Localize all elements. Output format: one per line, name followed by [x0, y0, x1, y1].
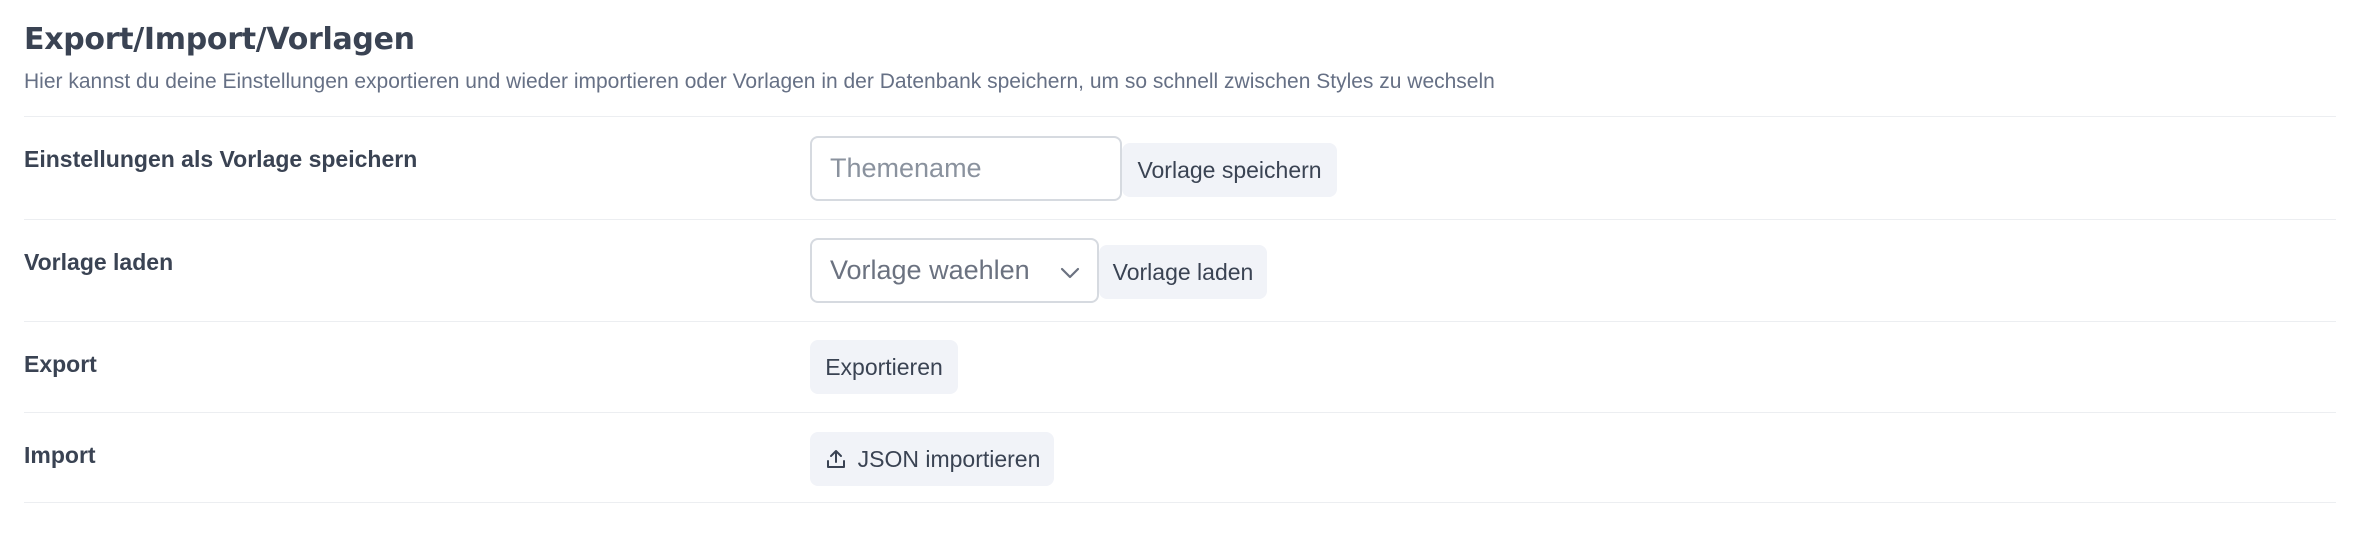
- load-template-label: Vorlage laden: [24, 249, 174, 275]
- save-template-label: Einstellungen als Vorlage speichern: [24, 146, 418, 172]
- divider: [24, 116, 2336, 117]
- save-template-button-label: Vorlage speichern: [1137, 156, 1322, 183]
- section-title: Export/Import/Vorlagen: [24, 22, 415, 57]
- import-label: Import: [24, 442, 96, 468]
- chevron-down-icon: [1059, 260, 1081, 291]
- export-button-label: Exportieren: [825, 353, 943, 380]
- load-template-button[interactable]: Vorlage laden: [1099, 245, 1267, 299]
- divider: [24, 502, 2336, 503]
- import-json-button[interactable]: JSON importieren: [810, 432, 1054, 486]
- upload-icon: [824, 447, 848, 471]
- export-button[interactable]: Exportieren: [810, 340, 958, 394]
- template-select-value: Vorlage waehlen: [830, 255, 1030, 285]
- section-description: Hier kannst du deine Einstellungen expor…: [24, 70, 1495, 93]
- divider: [24, 321, 2336, 322]
- export-label: Export: [24, 351, 97, 377]
- import-json-button-label: JSON importieren: [857, 445, 1041, 472]
- divider: [24, 412, 2336, 413]
- theme-name-input[interactable]: [810, 136, 1122, 201]
- export-import-settings-panel: Export/Import/Vorlagen Hier kannst du de…: [0, 0, 2360, 544]
- load-template-button-label: Vorlage laden: [1112, 258, 1254, 285]
- divider: [24, 219, 2336, 220]
- save-template-button[interactable]: Vorlage speichern: [1122, 143, 1337, 197]
- template-select[interactable]: Vorlage waehlen: [810, 238, 1099, 303]
